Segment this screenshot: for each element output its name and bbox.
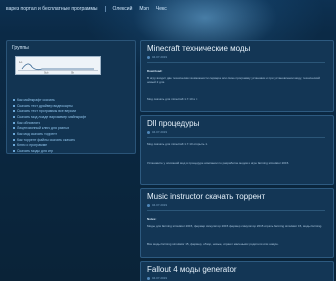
post-card: Music instructor скачать торрент 04.07.2… bbox=[140, 188, 334, 258]
post-excerpt-2: Все моды farming simulator 15, фермер, о… bbox=[147, 242, 279, 246]
sidebar-link-list: Как майнкрафт скачать Скачать тест драйв… bbox=[13, 97, 131, 154]
post-card: Dll процедуры 04.07.2019 Мод скачать для… bbox=[140, 115, 334, 185]
post-excerpt: В игру входит две технических возможност… bbox=[147, 76, 320, 84]
post-meta: 04.07.2019 bbox=[147, 130, 167, 134]
chart-label-a: Lo bbox=[19, 60, 23, 64]
post-excerpt-2: Установите у описаний мод в процедуре ко… bbox=[147, 161, 290, 165]
nav-divider bbox=[104, 6, 106, 12]
chart-label-b: Sub bbox=[44, 71, 49, 74]
clock-icon bbox=[147, 276, 150, 280]
nav-link-home[interactable]: варез портал и бесплатные программы bbox=[6, 6, 98, 12]
post-title[interactable]: Fallout 4 моды generator bbox=[147, 265, 237, 274]
bullet-icon bbox=[13, 110, 15, 113]
nav-link-2[interactable]: Олексий bbox=[113, 6, 133, 12]
bullet-icon bbox=[13, 121, 15, 124]
sidebar-title: Группы bbox=[12, 45, 29, 51]
bullet-icon bbox=[13, 98, 15, 101]
divider bbox=[147, 210, 325, 211]
nav-link-4[interactable]: Чекс bbox=[156, 6, 167, 12]
post-date: 04.07.2019 bbox=[152, 276, 168, 280]
bullet-icon bbox=[13, 138, 15, 141]
nav-link-3[interactable]: Мэп bbox=[139, 6, 148, 12]
post-date: 04.07.2019 bbox=[152, 130, 168, 134]
bullet-icon bbox=[13, 127, 15, 130]
post-meta: 04.07.2019 bbox=[147, 203, 167, 207]
post-title[interactable]: Music instructor скачать торрент bbox=[147, 192, 265, 201]
post-label: Download: bbox=[147, 69, 163, 73]
sidebar-link[interactable]: Скачать моды для игр bbox=[13, 148, 131, 154]
post-meta: 04.07.2019 bbox=[147, 55, 167, 59]
bullet-icon bbox=[13, 115, 15, 118]
bullet-icon bbox=[13, 132, 15, 135]
divider bbox=[147, 137, 325, 138]
bullet-icon bbox=[13, 144, 15, 147]
post-title[interactable]: Minecraft технические моды bbox=[147, 44, 250, 53]
post-label: Notes: bbox=[147, 217, 157, 221]
post-excerpt: Моды для farming simulator 2015, фермер … bbox=[147, 224, 323, 228]
divider bbox=[147, 62, 325, 63]
post-meta: 04.07.2019 bbox=[147, 276, 167, 280]
top-navigation: варез портал и бесплатные программы Олек… bbox=[6, 4, 167, 14]
post-title[interactable]: Dll процедуры bbox=[147, 119, 199, 128]
clock-icon bbox=[147, 130, 150, 134]
post-excerpt: Мод скачать для minecraft 1.7.10 открыть… bbox=[147, 142, 208, 146]
bullet-icon bbox=[13, 150, 15, 153]
post-date: 04.07.2019 bbox=[152, 203, 168, 207]
post-excerpt-2: Мод скачать для minecraft 1.7.10 и т. bbox=[147, 97, 198, 101]
sidebar-widget: Группы Lo Sub Sb Как майнкрафт скачать С… bbox=[6, 40, 136, 154]
clock-icon bbox=[147, 203, 150, 207]
post-card: Minecraft технические моды 04.07.2019 Do… bbox=[140, 40, 334, 112]
post-date: 04.07.2019 bbox=[152, 55, 168, 59]
sidebar-thumbnail-image: Lo Sub Sb bbox=[15, 56, 101, 75]
post-card: Fallout 4 моды generator 04.07.2019 bbox=[140, 261, 334, 281]
clock-icon bbox=[147, 55, 150, 59]
bullet-icon bbox=[13, 104, 15, 107]
